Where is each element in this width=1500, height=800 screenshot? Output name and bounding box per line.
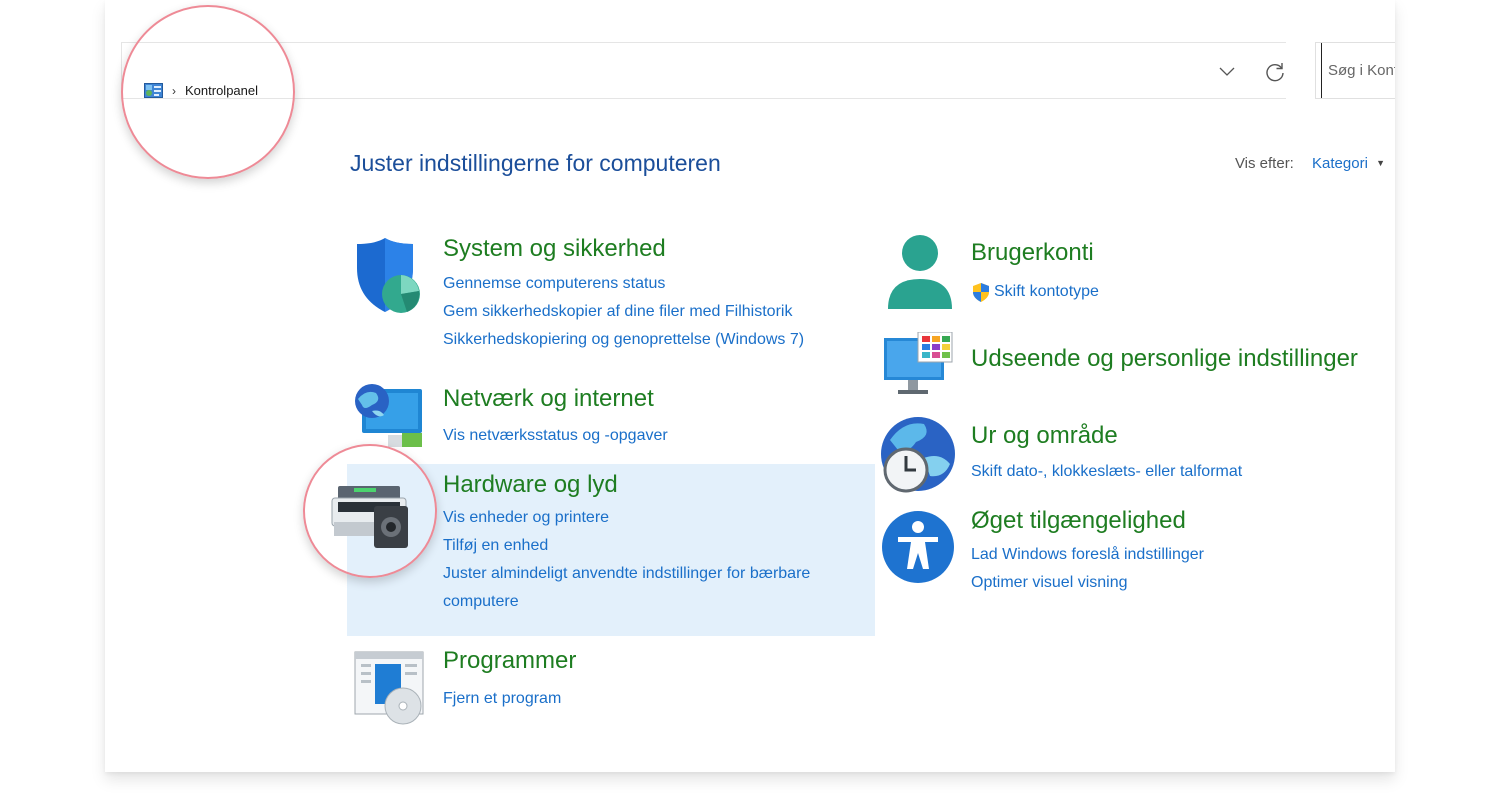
breadcrumb: › Kontrolpanel <box>144 83 258 98</box>
category-title[interactable]: Ur og område <box>971 422 1118 450</box>
link-vis-netvaerksstatus[interactable]: Vis netværksstatus og -opgaver <box>443 422 668 450</box>
programs-disc-icon <box>354 651 424 725</box>
monitor-palette-icon <box>884 332 953 394</box>
chevron-down-icon[interactable] <box>1219 67 1235 77</box>
category-title[interactable]: Brugerkonti <box>971 239 1094 267</box>
address-bar[interactable]: › Kontrolpanel <box>121 42 1286 99</box>
search-input[interactable] <box>1321 43 1395 98</box>
view-by-label: Vis efter: <box>1234 155 1294 172</box>
link-optimer-visuel-visning[interactable]: Optimer visuel visning <box>971 569 1204 597</box>
view-by-dropdown[interactable]: Kategori <box>1312 155 1368 172</box>
user-account-icon <box>888 235 952 309</box>
printer-speaker-icon <box>331 486 408 548</box>
breadcrumb-separator: › <box>172 83 176 98</box>
link-tilfoej-en-enhed[interactable]: Tilføj en enhed <box>443 532 810 560</box>
link-juster-almindeligt-anvendte[interactable]: Juster almindeligt anvendte indstillinge… <box>443 560 810 588</box>
view-by: Vis efter: Kategori ▼ <box>1235 155 1385 172</box>
caret-down-icon[interactable]: ▼ <box>1376 158 1385 168</box>
search-box[interactable] <box>1315 42 1395 99</box>
link-fjern-et-program[interactable]: Fjern et program <box>443 685 561 713</box>
link-skift-dato-klokkeslaet[interactable]: Skift dato-, klokkeslæts- eller talforma… <box>971 458 1242 486</box>
refresh-icon[interactable] <box>1264 61 1286 83</box>
page-title: Juster indstillingerne for computeren <box>350 150 721 176</box>
link-juster-almindeligt-anvendte-cont[interactable]: computere <box>443 588 810 616</box>
category-title[interactable]: Hardware og lyd <box>443 471 618 499</box>
link-sikkerhedskopiering[interactable]: Sikkerhedskopiering og genoprettelse (Wi… <box>443 326 804 354</box>
link-skift-kontotype[interactable]: Skift kontotype <box>994 278 1099 306</box>
link-lad-windows-foreslaa[interactable]: Lad Windows foreslå indstillinger <box>971 541 1204 569</box>
category-title[interactable]: System og sikkerhed <box>443 235 666 263</box>
globe-clock-icon <box>881 417 955 493</box>
category-title[interactable]: Udseende og personlige indstillinger <box>971 345 1358 373</box>
category-title[interactable]: Netværk og internet <box>443 385 654 413</box>
network-globe-icon <box>355 384 422 447</box>
shield-icon <box>357 238 420 313</box>
link-gennemse-computerens-status[interactable]: Gennemse computerens status <box>443 270 804 298</box>
link-vis-enheder-og-printere[interactable]: Vis enheder og printere <box>443 504 810 532</box>
category-title[interactable]: Øget tilgængelighed <box>971 507 1186 535</box>
breadcrumb-item-kontrolpanel[interactable]: Kontrolpanel <box>185 83 258 98</box>
uac-shield-icon <box>973 282 989 302</box>
control-panel-window: › Kontrolpanel Juster indstillingerne fo… <box>105 0 1395 772</box>
link-gem-sikkerhedskopier[interactable]: Gem sikkerhedskopier af dine filer med F… <box>443 298 804 326</box>
category-title[interactable]: Programmer <box>443 647 576 675</box>
accessibility-icon <box>882 511 954 583</box>
control-panel-icon <box>144 83 163 98</box>
